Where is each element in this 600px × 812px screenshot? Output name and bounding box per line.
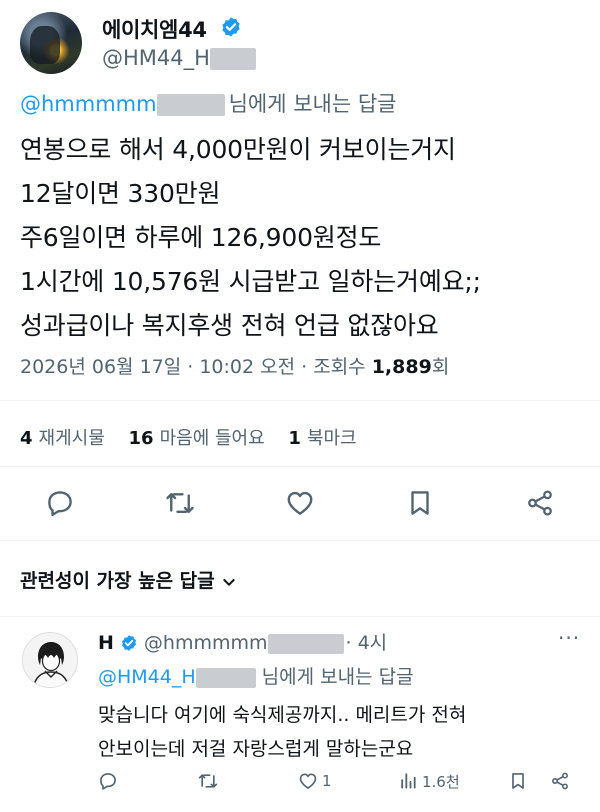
share-icon[interactable]	[525, 488, 555, 518]
reply-share-button[interactable]	[550, 768, 570, 794]
tweet-text-line: 주6일이면 하루에 126,900원정도	[20, 223, 382, 252]
verified-badge-icon	[121, 635, 136, 651]
redacted-handle	[209, 48, 256, 70]
reply-author-handle[interactable]: @hmmmmm	[144, 632, 268, 654]
share-icon	[552, 772, 568, 790]
tweet-text-line: 연봉으로 해서 4,000만원이 커보이는거지	[20, 135, 456, 164]
reply-sort-dropdown[interactable]: 관련성이 가장 높은 답글	[20, 566, 237, 593]
tweet-stats: 4 재게시물 16 마음에 들어요 1 북마크	[20, 424, 375, 450]
retweet-count-link[interactable]: 4 재게시물	[20, 428, 105, 449]
reply-view-count: 1.6천	[422, 772, 460, 791]
more-options-icon[interactable]: ···	[558, 626, 580, 650]
divider	[0, 466, 600, 467]
bookmark-count: 1	[288, 428, 301, 449]
author-handle-text: @HM44_H	[102, 46, 210, 70]
tweet-action-bar	[0, 480, 600, 526]
retweet-icon	[198, 774, 218, 788]
redacted-handle	[195, 667, 256, 688]
like-count: 16	[128, 428, 154, 449]
view-count: 1,889	[371, 356, 432, 378]
reply-tweet[interactable]: H @hmmmmm · 4시 ··· @HM44_H 님에게 보내는 답글 맞습니다 …	[0, 618, 600, 812]
like-icon[interactable]	[285, 488, 315, 518]
tweet-timestamp[interactable]: 2026년 06월 17일 · 10:02 오전 · 조회수	[20, 356, 372, 378]
like-icon	[299, 773, 317, 789]
reply-views-button[interactable]: 1.6천	[398, 768, 460, 794]
author-avatar[interactable]	[20, 12, 82, 74]
tweet-text: 연봉으로 해서 4,000만원이 커보이는거지 12달이면 330만원 주6일이…	[20, 128, 580, 348]
reply-author-name[interactable]: H	[98, 632, 114, 654]
analytics-icon	[401, 773, 416, 789]
tweet-text-line: 성과급이나 복지후생 전혀 언급 없잖아요	[20, 311, 439, 340]
reply-header: H @hmmmmm · 4시	[98, 628, 387, 655]
tweet-meta: 2026년 06월 17일 · 10:02 오전 · 조회수 1,889회	[20, 352, 449, 379]
reply-text-line: 안보이는데 저걸 자랑스럽게 말하는군요	[98, 738, 414, 760]
reply-like-count: 1	[322, 772, 332, 790]
retweet-icon[interactable]	[165, 488, 195, 518]
reply-avatar-illustration	[23, 633, 77, 687]
tweet-author: 에이치엠44 @HM44_H	[20, 12, 580, 78]
reply-icon	[100, 773, 116, 790]
bookmark-label: 북마크	[306, 428, 357, 449]
divider	[0, 400, 600, 401]
retweet-label: 재게시물	[38, 428, 105, 449]
reply-reply-button[interactable]	[98, 768, 118, 794]
reply-action-bar: 1 1.6천	[98, 766, 578, 796]
tweet-text-line: 12달이면 330만원	[20, 179, 221, 208]
reply-replying-to: @HM44_H 님에게 보내는 답글	[98, 662, 414, 689]
reply-to-suffix: 님에게 보내는 답글	[261, 666, 414, 688]
author-name[interactable]: 에이치엠44	[102, 14, 207, 44]
reply-to-suffix: 님에게 보내는 답글	[228, 92, 397, 116]
reply-retweet-button[interactable]	[198, 768, 218, 794]
reply-time[interactable]: · 4시	[346, 632, 388, 654]
reply-icon[interactable]	[45, 488, 75, 518]
verified-badge-icon	[222, 17, 240, 37]
like-count-link[interactable]: 16 마음에 들어요	[129, 428, 265, 449]
retweet-count: 4	[20, 428, 33, 449]
divider	[0, 616, 600, 617]
reply-avatar[interactable]	[22, 632, 78, 688]
bookmark-count-link[interactable]: 1 북마크	[288, 428, 356, 449]
redacted-handle	[267, 633, 344, 654]
reply-sort-label: 관련성이 가장 높은 답글	[20, 570, 215, 592]
reply-to-mention[interactable]: @HM44_H	[98, 666, 196, 688]
view-count-suffix: 회	[431, 356, 450, 378]
reply-text-line: 맞습니다 여기에 숙식제공까지.. 메리트가 전혀	[98, 704, 467, 726]
tweet-text-line: 1시간에 10,576원 시급받고 일하는거예요;;	[20, 267, 481, 296]
replying-to: @hmmmmm 님에게 보내는 답글	[20, 88, 397, 118]
like-label: 마음에 들어요	[159, 428, 265, 449]
reply-like-button[interactable]: 1	[298, 768, 332, 794]
chevron-down-icon	[222, 578, 235, 586]
bookmark-icon[interactable]	[405, 488, 435, 518]
reply-to-mention[interactable]: @hmmmmm	[20, 92, 157, 116]
reply-text: 맞습니다 여기에 숙식제공까지.. 메리트가 전혀 안보이는데 저걸 자랑스럽게…	[98, 698, 466, 766]
author-handle[interactable]: @HM44_H	[102, 46, 256, 70]
reply-bookmark-button[interactable]	[508, 768, 528, 794]
redacted-handle	[156, 94, 225, 116]
divider	[0, 540, 600, 541]
bookmark-icon	[512, 773, 524, 789]
